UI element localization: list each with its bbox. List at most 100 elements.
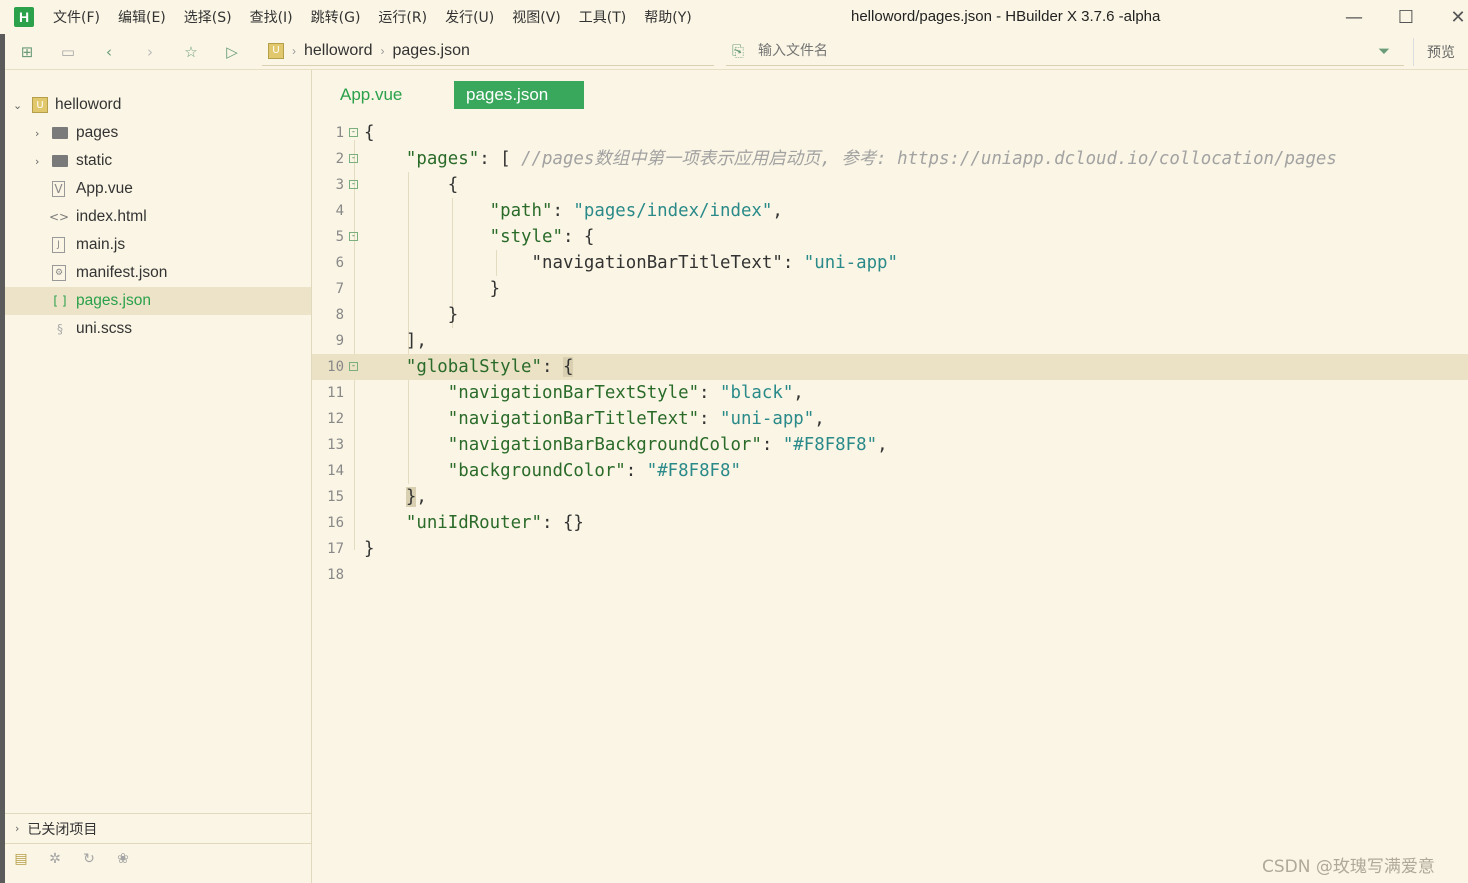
- tree-item-main-js[interactable]: J main.js: [5, 231, 311, 259]
- code-text: "uniIdRouter": {}: [405, 513, 584, 533]
- menu-bar: 文件(F) 编辑(E) 选择(S) 查找(I) 跳转(G) 运行(R) 发行(U…: [44, 0, 701, 34]
- file-search-icon: ⎘: [731, 41, 744, 60]
- maximize-button[interactable]: ☐: [1391, 4, 1421, 30]
- tab-app-vue[interactable]: App.vue: [328, 81, 414, 109]
- closed-projects-label: 已关闭项目: [27, 821, 98, 838]
- fold-toggle-icon[interactable]: -: [349, 180, 358, 189]
- code-editor[interactable]: 1 - { 2 - "pages": [ //pages数组中第一项表示应用启动…: [312, 114, 1468, 883]
- chevron-right-icon[interactable]: ›: [35, 155, 39, 168]
- fold-toggle-icon[interactable]: -: [349, 362, 358, 371]
- project-icon: U: [32, 97, 48, 113]
- sidebar-bottom-bar: ▤ ✲ ↻ ❀: [5, 843, 311, 873]
- code-text: }: [447, 305, 459, 325]
- menu-run[interactable]: 运行(R): [369, 7, 436, 27]
- menu-edit[interactable]: 编辑(E): [109, 7, 175, 27]
- breadcrumb: U › helloword › pages.json: [262, 36, 714, 66]
- chevron-right-icon[interactable]: ›: [35, 127, 39, 140]
- debug-bug-icon[interactable]: ✲: [45, 849, 65, 869]
- tree-item-pages[interactable]: › pages: [5, 119, 311, 147]
- tree-item-static[interactable]: › static: [5, 147, 311, 175]
- run-icon[interactable]: ▷: [222, 42, 242, 62]
- menu-find[interactable]: 查找(I): [241, 7, 302, 27]
- tree-label: helloword: [55, 96, 122, 113]
- project-manager-icon[interactable]: ▤: [11, 849, 31, 869]
- code-line: 5 - "style": {: [312, 224, 1468, 250]
- line-number: 11: [327, 385, 344, 401]
- folder-icon: [52, 155, 68, 167]
- code-text: "globalStyle": {: [405, 357, 574, 377]
- source-control-icon[interactable]: ↻: [79, 849, 99, 869]
- favorite-star-icon[interactable]: ☆: [181, 42, 201, 62]
- chevron-down-icon[interactable]: ⌄: [13, 99, 22, 112]
- fold-toggle-icon[interactable]: -: [349, 128, 358, 137]
- code-text: }: [364, 539, 375, 559]
- file-search-input[interactable]: [758, 42, 1318, 59]
- line-number: 1: [335, 125, 344, 141]
- chevron-right-icon[interactable]: ›: [15, 822, 19, 835]
- json-file-icon: [ ]: [53, 294, 67, 308]
- code-line: 1 - {: [312, 120, 1468, 146]
- editor-tabs: App.vue pages.json: [312, 70, 1468, 114]
- code-text: {: [364, 123, 375, 143]
- code-line: 9 ],: [312, 328, 1468, 354]
- tree-label: App.vue: [76, 180, 133, 197]
- save-icon[interactable]: ▭: [58, 42, 78, 62]
- preview-button[interactable]: 预览: [1413, 38, 1468, 66]
- chevron-right-icon: ›: [292, 43, 296, 58]
- fold-toggle-icon[interactable]: -: [349, 154, 358, 163]
- breadcrumb-file[interactable]: pages.json: [392, 42, 469, 60]
- code-line: 3 - {: [312, 172, 1468, 198]
- tab-pages-json[interactable]: pages.json: [454, 81, 584, 109]
- window-title: helloword/pages.json - HBuilder X 3.7.6 …: [851, 8, 1161, 25]
- tree-item-manifest-json[interactable]: ⚙ manifest.json: [5, 259, 311, 287]
- tree-label: pages: [76, 124, 119, 141]
- menu-help[interactable]: 帮助(Y): [635, 7, 700, 27]
- tree-item-index-html[interactable]: <> index.html: [5, 203, 311, 231]
- code-text: "pages": [ //pages数组中第一项表示应用启动页, 参考: htt…: [405, 149, 1337, 169]
- code-line: 8 }: [312, 302, 1468, 328]
- tree-label: static: [76, 152, 113, 169]
- filter-icon[interactable]: ⏷: [1374, 41, 1394, 61]
- line-number: 18: [327, 567, 344, 583]
- code-text: {: [447, 175, 459, 195]
- close-button[interactable]: ✕: [1443, 4, 1468, 30]
- project-explorer: ⌄ U helloword › pages › static V App.vue…: [5, 70, 312, 883]
- tree-label: manifest.json: [76, 264, 168, 281]
- code-text: "navigationBarTextStyle": "black",: [447, 383, 804, 403]
- menu-goto[interactable]: 跳转(G): [302, 7, 370, 27]
- menu-tools[interactable]: 工具(T): [570, 7, 635, 27]
- line-number: 16: [327, 515, 344, 531]
- forward-icon[interactable]: ›: [140, 42, 160, 62]
- line-number: 15: [327, 489, 344, 505]
- tree-item-pages-json[interactable]: [ ] pages.json: [5, 287, 311, 315]
- toolbar: ⊞ ▭ ‹ › ☆ ▷ U › helloword › pages.json ⎘…: [0, 34, 1468, 70]
- code-line: 13 "navigationBarBackgroundColor": "#F8F…: [312, 432, 1468, 458]
- menu-publish[interactable]: 发行(U): [436, 7, 503, 27]
- line-number: 13: [327, 437, 344, 453]
- menu-file[interactable]: 文件(F): [44, 7, 109, 27]
- line-number: 6: [335, 255, 344, 271]
- new-file-icon[interactable]: ⊞: [17, 42, 37, 62]
- minimize-button[interactable]: —: [1339, 4, 1369, 30]
- code-line: 2 - "pages": [ //pages数组中第一项表示应用启动页, 参考:…: [312, 146, 1468, 172]
- code-line: 18: [312, 562, 1468, 588]
- watermark: CSDN @玫瑰写满爱意: [1262, 857, 1435, 877]
- line-number: 5: [335, 229, 344, 245]
- line-number: 10: [327, 359, 344, 375]
- fold-toggle-icon[interactable]: -: [349, 232, 358, 241]
- tree-label: main.js: [76, 236, 126, 253]
- menu-view[interactable]: 视图(V): [503, 7, 570, 27]
- tree-item-app-vue[interactable]: V App.vue: [5, 175, 311, 203]
- code-text: }: [489, 279, 501, 299]
- closed-projects[interactable]: › 已关闭项目: [5, 813, 311, 843]
- breadcrumb-project[interactable]: helloword: [304, 42, 372, 60]
- code-line: 15 },: [312, 484, 1468, 510]
- line-number: 2: [335, 151, 344, 167]
- manifest-file-icon: ⚙: [52, 265, 66, 281]
- back-icon[interactable]: ‹: [99, 42, 119, 62]
- tree-project-helloword[interactable]: ⌄ U helloword: [5, 91, 311, 119]
- tree-item-uni-scss[interactable]: § uni.scss: [5, 315, 311, 343]
- code-text: "navigationBarTitleText": "uni-app",: [447, 409, 825, 429]
- plugin-icon[interactable]: ❀: [113, 849, 133, 869]
- menu-select[interactable]: 选择(S): [175, 7, 241, 27]
